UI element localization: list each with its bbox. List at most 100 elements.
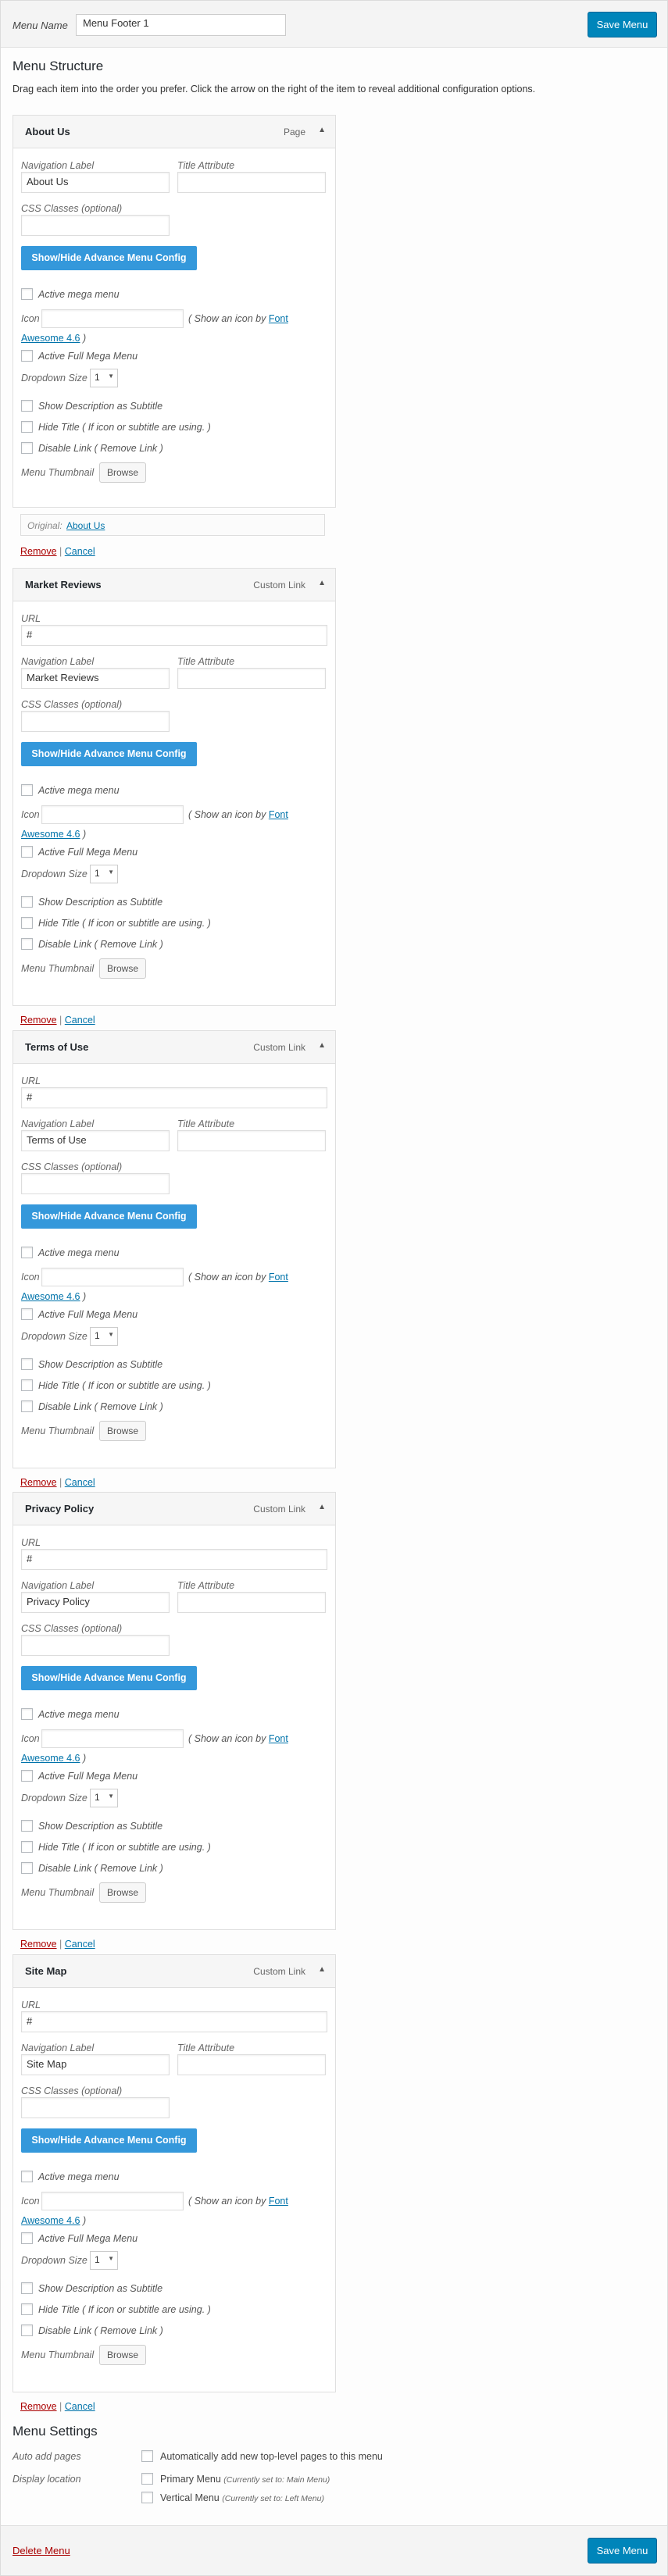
title-attribute-input[interactable] bbox=[177, 1130, 326, 1151]
font-awesome-link[interactable]: Font bbox=[269, 313, 288, 324]
menu-item-header[interactable]: Terms of Use Custom Link ▲ bbox=[13, 1031, 335, 1064]
icon-input[interactable] bbox=[41, 309, 184, 328]
title-attribute-input[interactable] bbox=[177, 1592, 326, 1613]
css-classes-input[interactable] bbox=[21, 711, 170, 732]
arrow-up-icon[interactable]: ▲ bbox=[318, 579, 326, 587]
browse-button[interactable]: Browse bbox=[99, 1882, 146, 1903]
vertical-menu-checkbox[interactable] bbox=[141, 2492, 153, 2503]
delete-menu-link[interactable]: Delete Menu bbox=[13, 2545, 70, 2556]
disable-link-checkbox[interactable] bbox=[21, 2324, 33, 2336]
show-description-checkbox[interactable] bbox=[21, 2282, 33, 2294]
browse-button[interactable]: Browse bbox=[99, 2345, 146, 2365]
active-mega-menu-checkbox[interactable] bbox=[21, 288, 33, 300]
disable-link-checkbox[interactable] bbox=[21, 1400, 33, 1412]
show-description-checkbox[interactable] bbox=[21, 400, 33, 412]
font-awesome-version-link[interactable]: Awesome 4.6 bbox=[21, 2215, 80, 2226]
advance-config-button[interactable]: Show/Hide Advance Menu Config bbox=[21, 742, 197, 766]
menu-name-input[interactable]: Menu Footer 1 bbox=[76, 14, 286, 36]
arrow-up-icon[interactable]: ▲ bbox=[318, 126, 326, 134]
cancel-link[interactable]: Cancel bbox=[65, 2401, 95, 2412]
arrow-up-icon[interactable]: ▲ bbox=[318, 1041, 326, 1050]
menu-item-header[interactable]: Site Map Custom Link ▲ bbox=[13, 1955, 335, 1988]
font-awesome-version-link[interactable]: Awesome 4.6 bbox=[21, 333, 80, 344]
active-full-mega-checkbox[interactable] bbox=[21, 1770, 33, 1782]
advance-config-button[interactable]: Show/Hide Advance Menu Config bbox=[21, 2128, 197, 2153]
cancel-link[interactable]: Cancel bbox=[65, 1939, 95, 1950]
active-full-mega-checkbox[interactable] bbox=[21, 2232, 33, 2244]
navigation-label-input[interactable]: About Us bbox=[21, 172, 170, 193]
icon-input[interactable] bbox=[41, 2192, 184, 2210]
url-input[interactable]: # bbox=[21, 2011, 327, 2032]
remove-link[interactable]: Remove bbox=[20, 1015, 57, 1026]
save-menu-button-top[interactable]: Save Menu bbox=[588, 12, 657, 37]
icon-input[interactable] bbox=[41, 1729, 184, 1748]
menu-item-header[interactable]: About Us Page ▲ bbox=[13, 116, 335, 148]
css-classes-input[interactable] bbox=[21, 1635, 170, 1656]
advance-config-button[interactable]: Show/Hide Advance Menu Config bbox=[21, 1666, 197, 1690]
arrow-up-icon[interactable]: ▲ bbox=[318, 1965, 326, 1974]
icon-input[interactable] bbox=[41, 805, 184, 824]
font-awesome-link[interactable]: Font bbox=[269, 2196, 288, 2207]
disable-link-checkbox[interactable] bbox=[21, 1862, 33, 1874]
title-attribute-input[interactable] bbox=[177, 2054, 326, 2075]
dropdown-size-select[interactable]: 1 ▼ bbox=[90, 2251, 118, 2270]
show-description-checkbox[interactable] bbox=[21, 1358, 33, 1370]
advance-config-button[interactable]: Show/Hide Advance Menu Config bbox=[21, 246, 197, 270]
font-awesome-link[interactable]: Font bbox=[269, 1733, 288, 1744]
advance-config-button[interactable]: Show/Hide Advance Menu Config bbox=[21, 1204, 197, 1229]
hide-title-checkbox[interactable] bbox=[21, 1379, 33, 1391]
browse-button[interactable]: Browse bbox=[99, 958, 146, 979]
css-classes-input[interactable] bbox=[21, 2097, 170, 2118]
disable-link-checkbox[interactable] bbox=[21, 938, 33, 950]
font-awesome-version-link[interactable]: Awesome 4.6 bbox=[21, 829, 80, 840]
save-menu-button-bottom[interactable]: Save Menu bbox=[588, 2538, 657, 2564]
url-input[interactable]: # bbox=[21, 1087, 327, 1108]
url-input[interactable]: # bbox=[21, 1549, 327, 1570]
hide-title-checkbox[interactable] bbox=[21, 1841, 33, 1853]
dropdown-size-select[interactable]: 1 ▼ bbox=[90, 865, 118, 883]
active-full-mega-checkbox[interactable] bbox=[21, 846, 33, 858]
menu-item-header[interactable]: Market Reviews Custom Link ▲ bbox=[13, 569, 335, 601]
css-classes-input[interactable] bbox=[21, 215, 170, 236]
active-mega-menu-checkbox[interactable] bbox=[21, 2171, 33, 2182]
remove-link[interactable]: Remove bbox=[20, 1939, 57, 1950]
icon-input[interactable] bbox=[41, 1268, 184, 1286]
active-full-mega-checkbox[interactable] bbox=[21, 1308, 33, 1320]
font-awesome-version-link[interactable]: Awesome 4.6 bbox=[21, 1291, 80, 1302]
cancel-link[interactable]: Cancel bbox=[65, 1015, 95, 1026]
browse-button[interactable]: Browse bbox=[99, 1421, 146, 1441]
remove-link[interactable]: Remove bbox=[20, 546, 57, 557]
cancel-link[interactable]: Cancel bbox=[65, 546, 95, 557]
browse-button[interactable]: Browse bbox=[99, 462, 146, 483]
title-attribute-input[interactable] bbox=[177, 172, 326, 193]
disable-link-checkbox[interactable] bbox=[21, 442, 33, 454]
hide-title-checkbox[interactable] bbox=[21, 917, 33, 929]
arrow-up-icon[interactable]: ▲ bbox=[318, 1503, 326, 1511]
remove-link[interactable]: Remove bbox=[20, 2401, 57, 2412]
navigation-label-input[interactable]: Market Reviews bbox=[21, 668, 170, 689]
active-mega-menu-checkbox[interactable] bbox=[21, 784, 33, 796]
css-classes-input[interactable] bbox=[21, 1173, 170, 1194]
show-description-checkbox[interactable] bbox=[21, 896, 33, 908]
dropdown-size-select[interactable]: 1 ▼ bbox=[90, 369, 118, 387]
hide-title-checkbox[interactable] bbox=[21, 2303, 33, 2315]
menu-item-header[interactable]: Privacy Policy Custom Link ▲ bbox=[13, 1493, 335, 1525]
url-input[interactable]: # bbox=[21, 625, 327, 646]
original-link[interactable]: About Us bbox=[66, 520, 105, 531]
remove-link[interactable]: Remove bbox=[20, 1477, 57, 1488]
cancel-link[interactable]: Cancel bbox=[65, 1477, 95, 1488]
title-attribute-input[interactable] bbox=[177, 668, 326, 689]
primary-menu-checkbox[interactable] bbox=[141, 2473, 153, 2485]
hide-title-checkbox[interactable] bbox=[21, 421, 33, 433]
dropdown-size-select[interactable]: 1 ▼ bbox=[90, 1789, 118, 1807]
active-mega-menu-checkbox[interactable] bbox=[21, 1247, 33, 1258]
show-description-checkbox[interactable] bbox=[21, 1820, 33, 1832]
navigation-label-input[interactable]: Terms of Use bbox=[21, 1130, 170, 1151]
dropdown-size-select[interactable]: 1 ▼ bbox=[90, 1327, 118, 1346]
active-mega-menu-checkbox[interactable] bbox=[21, 1708, 33, 1720]
active-full-mega-checkbox[interactable] bbox=[21, 350, 33, 362]
font-awesome-version-link[interactable]: Awesome 4.6 bbox=[21, 1753, 80, 1764]
navigation-label-input[interactable]: Site Map bbox=[21, 2054, 170, 2075]
auto-add-pages-checkbox[interactable] bbox=[141, 2450, 153, 2462]
font-awesome-link[interactable]: Font bbox=[269, 809, 288, 820]
